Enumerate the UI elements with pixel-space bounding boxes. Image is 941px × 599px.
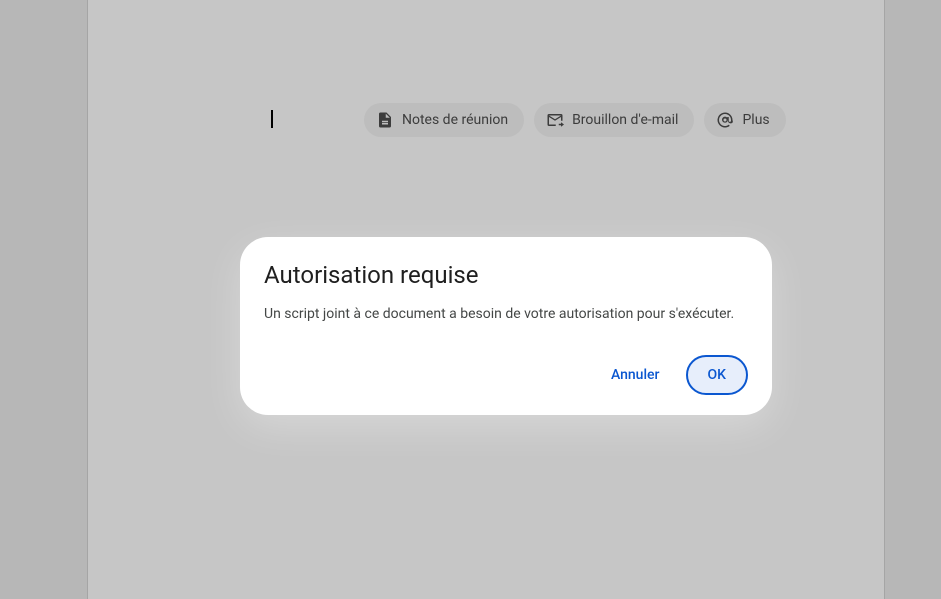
modal-backdrop: Autorisation requise Un script joint à c… — [0, 0, 941, 599]
dialog-actions: Annuler OK — [264, 355, 748, 395]
dialog-body-text: Un script joint à ce document a besoin d… — [264, 305, 748, 325]
dialog-title: Autorisation requise — [264, 261, 748, 289]
authorization-dialog: Autorisation requise Un script joint à c… — [240, 237, 772, 415]
cancel-button[interactable]: Annuler — [597, 357, 674, 393]
ok-button[interactable]: OK — [686, 355, 749, 395]
